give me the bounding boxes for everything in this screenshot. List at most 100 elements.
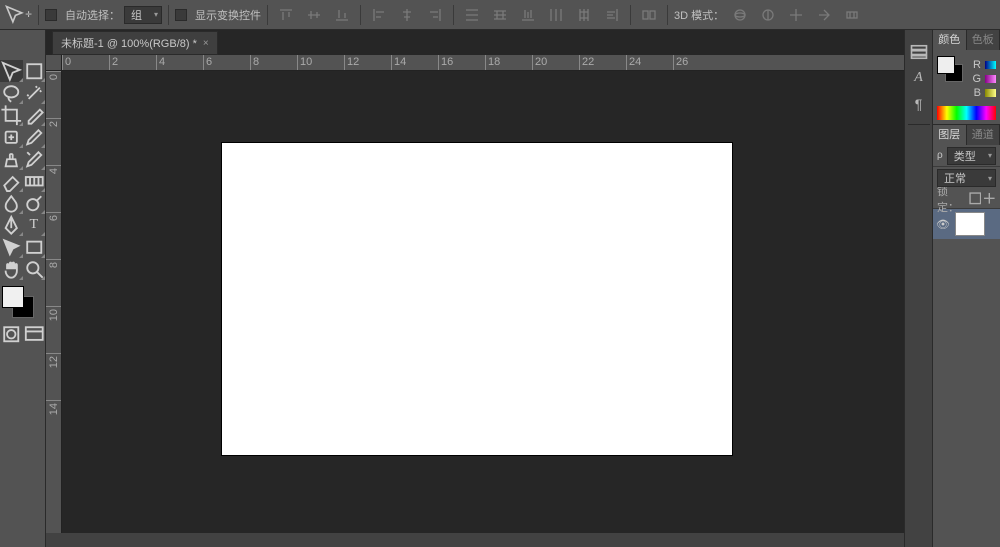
tab-channels[interactable]: 通道 [967,125,1000,145]
ruler-vertical[interactable]: 02468101214 [46,71,62,547]
auto-select-dropdown[interactable]: 组 [124,6,162,24]
history-brush-tool[interactable] [23,148,46,170]
layer-thumbnail[interactable] [955,212,985,236]
gradient-tool[interactable] [23,170,46,192]
distribute-bottom-icon[interactable] [516,4,540,26]
options-bar: ✛ 自动选择： 组 显示变换控件 3D 模式： [0,0,1000,30]
3d-pan-icon[interactable] [784,4,808,26]
document-tab[interactable]: 未标题-1 @ 100%(RGB/8) * × [52,31,218,55]
visibility-toggle-icon[interactable]: 👁 [935,218,951,231]
canvas-viewport[interactable] [62,71,904,547]
blur-tool[interactable] [0,192,23,214]
color-panel-tabs: 颜色 色板 [933,30,1000,50]
pen-tool[interactable] [0,214,23,236]
scrollbar-horizontal[interactable] [46,533,904,547]
auto-align-icon[interactable] [637,4,661,26]
toolbox: T [0,30,46,547]
3d-roll-icon[interactable] [756,4,780,26]
ruler-corner [46,55,62,71]
divider [630,5,631,25]
show-transform-label: 显示变换控件 [195,7,261,23]
eyedropper-tool[interactable] [23,104,46,126]
quick-mask-icon[interactable] [0,324,23,344]
workspace: T 02468101214161820222426 02468101214 [0,30,1000,547]
divider [168,5,169,25]
divider [38,5,39,25]
type-tool[interactable]: T [23,214,46,236]
align-hcenter-icon[interactable] [395,4,419,26]
distribute-left-icon[interactable] [544,4,568,26]
distribute-hcenter-icon[interactable] [572,4,596,26]
b-label: B [971,87,981,99]
r-slider[interactable] [985,61,996,69]
canvas[interactable] [222,143,732,455]
dodge-tool[interactable] [23,192,46,214]
g-label: G [971,73,981,85]
divider [908,124,930,125]
zoom-tool[interactable] [23,258,46,280]
auto-select-label: 自动选择： [65,7,120,23]
filter-type-dropdown[interactable]: 类型 [947,147,996,165]
paragraph-panel-icon[interactable]: ¶ [909,94,929,114]
b-slider[interactable] [985,89,996,97]
g-slider[interactable] [985,75,996,83]
show-transform-checkbox[interactable] [175,9,187,21]
path-selection-tool[interactable] [0,236,23,258]
distribute-vcenter-icon[interactable] [488,4,512,26]
3d-scale-icon[interactable] [840,4,864,26]
divider [267,5,268,25]
mode-3d-label: 3D 模式： [674,7,724,23]
rectangle-tool[interactable] [23,236,46,258]
character-panel-icon[interactable]: A [909,68,929,88]
align-top-icon[interactable] [274,4,298,26]
align-left-icon[interactable] [367,4,391,26]
foreground-color-swatch[interactable] [2,286,24,308]
distribute-right-icon[interactable] [600,4,624,26]
tab-swatches[interactable]: 色板 [967,30,1000,50]
divider [360,5,361,25]
layers-panel: 图层 通道 ρ 类型 正常 锁定： 👁 [933,124,1000,239]
lasso-tool[interactable] [0,82,23,104]
ruler-horizontal[interactable]: 02468101214161820222426 [62,55,904,71]
color-spectrum[interactable] [937,106,996,120]
hand-tool[interactable] [0,258,23,280]
healing-brush-tool[interactable] [0,126,23,148]
r-label: R [971,59,981,71]
tab-color[interactable]: 颜色 [933,30,967,50]
history-panel-icon[interactable] [909,42,929,62]
3d-slide-icon[interactable] [812,4,836,26]
lock-position-icon[interactable] [983,192,996,206]
align-right-icon[interactable] [423,4,447,26]
brush-tool[interactable] [23,126,46,148]
3d-orbit-icon[interactable] [728,4,752,26]
tab-layers[interactable]: 图层 [933,125,967,145]
crop-tool[interactable] [0,104,23,126]
magic-wand-tool[interactable] [23,82,46,104]
dropdown-value: 组 [131,7,142,23]
clone-stamp-tool[interactable] [0,148,23,170]
color-panel: R G B [933,50,1000,124]
divider [453,5,454,25]
dropdown-value: 类型 [954,148,976,164]
align-bottom-icon[interactable] [330,4,354,26]
eraser-tool[interactable] [0,170,23,192]
filter-search-icon[interactable]: ρ [937,150,943,161]
divider [667,5,668,25]
lock-label: 锁定： [937,183,967,215]
document-area: 02468101214161820222426 02468101214 [46,30,904,547]
document-tab-row: 未标题-1 @ 100%(RGB/8) * × [52,33,218,55]
close-tab-icon[interactable]: × [203,38,209,49]
artboard-tool[interactable] [23,60,46,82]
collapsed-panel-strip: A ¶ [904,30,932,547]
color-swatches[interactable] [0,286,42,320]
distribute-top-icon[interactable] [460,4,484,26]
screen-mode-icon[interactable] [23,324,46,344]
fg-swatch[interactable] [937,56,955,74]
lock-pixels-icon[interactable] [969,192,982,206]
align-vcenter-icon[interactable] [302,4,326,26]
move-tool[interactable] [0,60,23,82]
auto-select-checkbox[interactable] [45,9,57,21]
document-tab-title: 未标题-1 @ 100%(RGB/8) * [61,35,197,51]
blend-mode-dropdown[interactable]: 正常 [937,169,996,187]
current-tool-indicator[interactable]: ✛ [4,4,32,26]
